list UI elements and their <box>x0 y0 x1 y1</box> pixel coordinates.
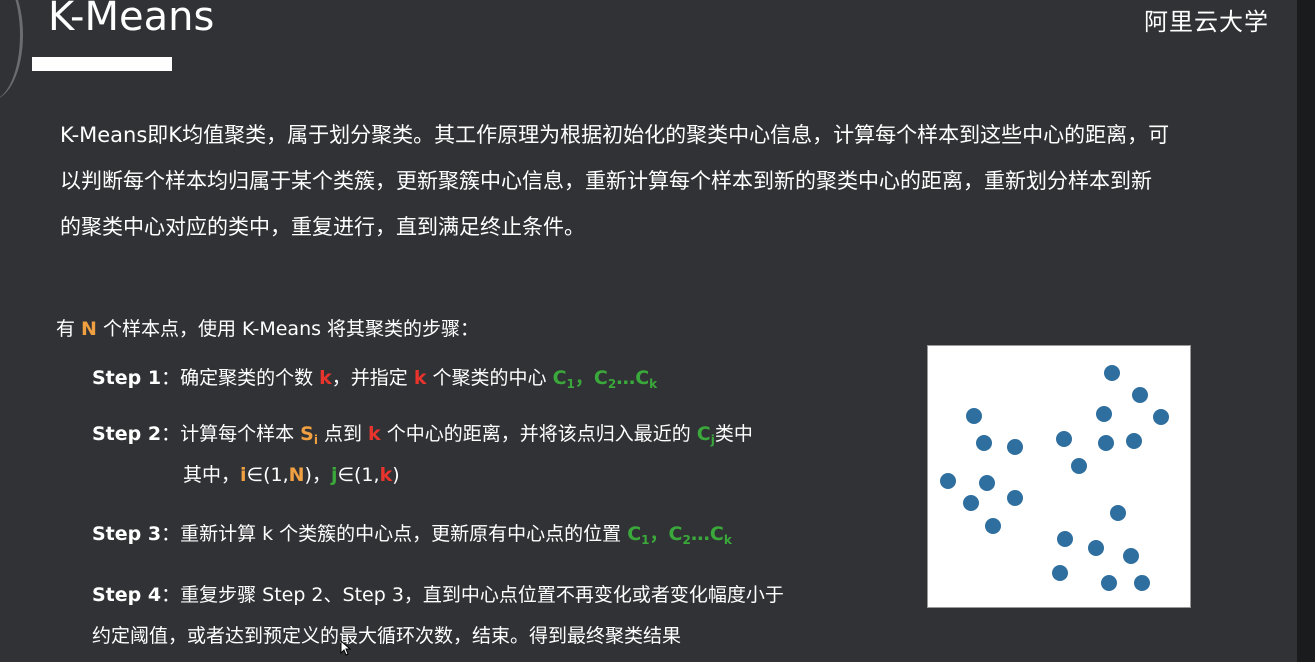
intro-paragraph: K-Means即K均值聚类，属于划分聚类。其工作原理为根据初始化的聚类中心信息，… <box>60 123 1170 239</box>
step-2-label: Step 2 <box>92 423 162 445</box>
step-4-text-2: 约定阈值，或者达到预定义的最大循环次数，结束。得到最终聚类结果 <box>92 625 682 647</box>
step-2-text-2: 点到 <box>317 423 369 445</box>
step-2: Step 2：计算每个样本 Si 点到 k 个中心的距离，并将该点归入最近的 C… <box>92 414 753 460</box>
step-3-centers: C1，C2…Ck <box>627 523 732 547</box>
sep: ， <box>649 523 669 545</box>
title-underline <box>32 57 172 71</box>
step-4-text: ：重复步骤 Step 2、Step 3，直到中心点位置不再变化或者变化幅度小于 <box>161 584 784 606</box>
heading-text-rest: 个样本点，使用 K-Means 将其聚类的步骤： <box>96 318 480 340</box>
scatter-point-22 <box>1134 575 1150 591</box>
step-2-where: 其中， <box>183 464 241 486</box>
scatter-point-7 <box>1056 431 1072 447</box>
step-3: Step 3：重新计算 k 个类簇的中心点，更新原有中心点的位置 C1，C2…C… <box>92 514 732 560</box>
scatter-point-12 <box>979 475 995 491</box>
c1: C <box>552 367 567 389</box>
scatter-point-11 <box>940 473 956 489</box>
ck: …C <box>690 523 724 545</box>
scatter-point-6 <box>1007 439 1023 455</box>
scatter-point-5 <box>976 435 992 451</box>
scatter-plot <box>940 365 1169 591</box>
step-2-n: N <box>288 464 305 486</box>
step-1-k-2: k <box>413 367 427 389</box>
step-2-text: ：计算每个样本 <box>161 423 301 445</box>
ck-sub: k <box>649 377 658 391</box>
scatter-point-9 <box>1126 433 1142 449</box>
logo-text: 阿里云大学 <box>1144 8 1269 36</box>
step-2-close-1: )， <box>304 464 331 486</box>
scatter-point-4 <box>966 408 982 424</box>
scatter-point-20 <box>1052 565 1068 581</box>
step-2-c: C <box>696 423 711 445</box>
heading-n: N <box>81 318 97 340</box>
c2-sub: 2 <box>607 377 617 391</box>
c1: C <box>627 523 642 545</box>
scatter-point-8 <box>1098 435 1114 451</box>
scatter-figure <box>927 345 1191 608</box>
slide: K-Means 阿里云大学 K-Means即K均值聚类，属于划分聚类。其工作原理… <box>0 0 1315 662</box>
step-2-k-2: k <box>379 464 393 486</box>
c1-sub: 1 <box>641 533 650 547</box>
scatter-point-19 <box>1123 548 1139 564</box>
step-2-text-3: 个中心的距离，并将该点归入最近的 <box>380 423 697 445</box>
ck: …C <box>616 367 650 389</box>
c2: C <box>668 523 683 545</box>
scatter-point-15 <box>985 518 1001 534</box>
step-3-text: ：重新计算 k 个类簇的中心点，更新原有中心点的位置 <box>161 523 628 545</box>
scatter-point-1 <box>1132 387 1148 403</box>
scatter-point-0 <box>1104 365 1120 381</box>
step-2-close-2: ) <box>392 464 400 486</box>
ck-sub: k <box>723 533 732 547</box>
steps-heading: 有 N 个样本点，使用 K-Means 将其聚类的步骤： <box>56 314 479 341</box>
step-4-line-2: 约定阈值，或者达到预定义的最大循环次数，结束。得到最终聚类结果 <box>92 616 681 656</box>
scatter-point-13 <box>963 495 979 511</box>
scatter-point-21 <box>1101 575 1117 591</box>
step-2-in-2: ∈(1, <box>337 464 380 486</box>
scatter-point-10 <box>1071 458 1087 474</box>
step-4: Step 4：重复步骤 Step 2、Step 3，直到中心点位置不再变化或者变… <box>92 575 784 615</box>
scatter-point-2 <box>1153 409 1169 425</box>
scatter-point-14 <box>1007 490 1023 506</box>
step-1-centers: C1，C2…Ck <box>552 367 658 391</box>
step-1: Step 1：确定聚类的个数 k，并指定 k 个聚类的中心 C1，C2…Ck <box>92 358 657 404</box>
heading-text: 有 <box>56 318 82 340</box>
step-2-line-2: 其中，i∈(1,N)，j∈(1,k) <box>92 455 400 495</box>
aliyun-logo: 阿里云大学 <box>1130 0 1280 36</box>
c2: C <box>593 367 608 389</box>
step-1-label: Step 1 <box>92 367 162 389</box>
c1-sub: 1 <box>566 377 575 391</box>
step-2-k: k <box>368 423 381 445</box>
step-4-label: Step 4 <box>92 584 162 606</box>
step-3-label: Step 3 <box>92 523 162 545</box>
slide-title: K-Means <box>48 0 215 40</box>
step-1-text: ：确定聚类的个数 <box>161 367 320 389</box>
step-1-text-3: 个聚类的中心 <box>426 367 553 389</box>
step-1-text-2: ，并指定 <box>331 367 414 389</box>
step-2-text-4: 类中 <box>714 423 753 445</box>
step-2-s: S <box>300 423 314 445</box>
mouse-cursor-icon <box>340 639 352 660</box>
corner-decoration <box>0 0 23 100</box>
sep: ， <box>574 367 594 389</box>
window-edge <box>1297 0 1315 662</box>
c2-sub: 2 <box>682 533 691 547</box>
scatter-point-16 <box>1110 505 1126 521</box>
scatter-point-18 <box>1088 540 1104 556</box>
scatter-point-3 <box>1096 406 1112 422</box>
step-1-k: k <box>319 367 332 389</box>
scatter-point-17 <box>1057 531 1073 547</box>
step-2-in-1: ∈(1, <box>246 464 289 486</box>
